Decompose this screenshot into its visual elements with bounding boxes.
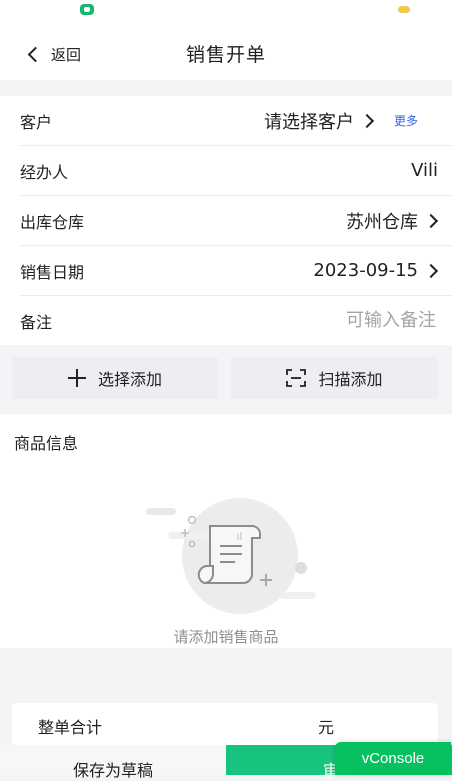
scan-add-button[interactable]: 扫描添加 (231, 357, 438, 399)
more-link[interactable]: 更多 (394, 112, 418, 129)
chevron-right-icon (423, 263, 439, 278)
note-input[interactable] (254, 309, 438, 332)
warehouse-label: 出库仓库 (20, 212, 85, 232)
battery-icon (398, 6, 410, 13)
section-gap (0, 648, 452, 703)
handler-label: 经办人 (20, 162, 69, 182)
handler-value: Vili (411, 160, 438, 181)
handler-row: 经办人 Vili (20, 146, 452, 196)
chevron-right-icon (423, 213, 439, 228)
page-title: 销售开单 (185, 44, 266, 66)
date-row[interactable]: 销售日期 2023-09-15 (20, 246, 452, 296)
empty-goods-text: 请添加销售商品 (173, 628, 279, 646)
total-unit: 元 (318, 718, 335, 737)
vconsole-button[interactable]: vConsole (335, 742, 451, 775)
customer-row[interactable]: 客户 请选择客户 更多 (20, 96, 452, 146)
chevron-right-icon (359, 113, 375, 128)
empty-receipt-icon (146, 498, 316, 614)
select-add-button[interactable]: 选择添加 (12, 357, 218, 399)
warehouse-row[interactable]: 出库仓库 苏州仓库 (20, 196, 452, 246)
nav-bar: 返回 销售开单 (0, 28, 452, 80)
customer-select[interactable]: 请选择客户 (264, 108, 354, 134)
status-bar (0, 0, 452, 28)
notification-icon (80, 4, 94, 15)
goods-section: 商品信息 请添加销售商品 (0, 414, 452, 648)
date-label: 销售日期 (20, 262, 85, 282)
total-label: 整单合计 (38, 718, 103, 737)
scan-add-label: 扫描添加 (318, 370, 383, 389)
note-label: 备注 (20, 312, 53, 332)
save-draft-button[interactable]: 保存为草稿 (0, 745, 226, 780)
add-actions: 选择添加 扫描添加 (0, 350, 452, 405)
order-form: 客户 请选择客户 更多 经办人 Vili 出库仓库 苏州仓库 销售日期 2023… (0, 96, 452, 345)
warehouse-value[interactable]: 苏州仓库 (346, 208, 418, 234)
save-draft-label: 保存为草稿 (72, 761, 153, 780)
plus-icon (67, 369, 86, 387)
scan-icon (286, 369, 307, 387)
customer-label: 客户 (20, 112, 53, 132)
goods-title: 商品信息 (14, 434, 79, 453)
date-value[interactable]: 2023-09-15 (313, 260, 418, 281)
select-add-label: 选择添加 (97, 370, 162, 389)
note-row[interactable]: 备注 (20, 296, 452, 345)
order-total: 整单合计 元 (12, 703, 438, 745)
